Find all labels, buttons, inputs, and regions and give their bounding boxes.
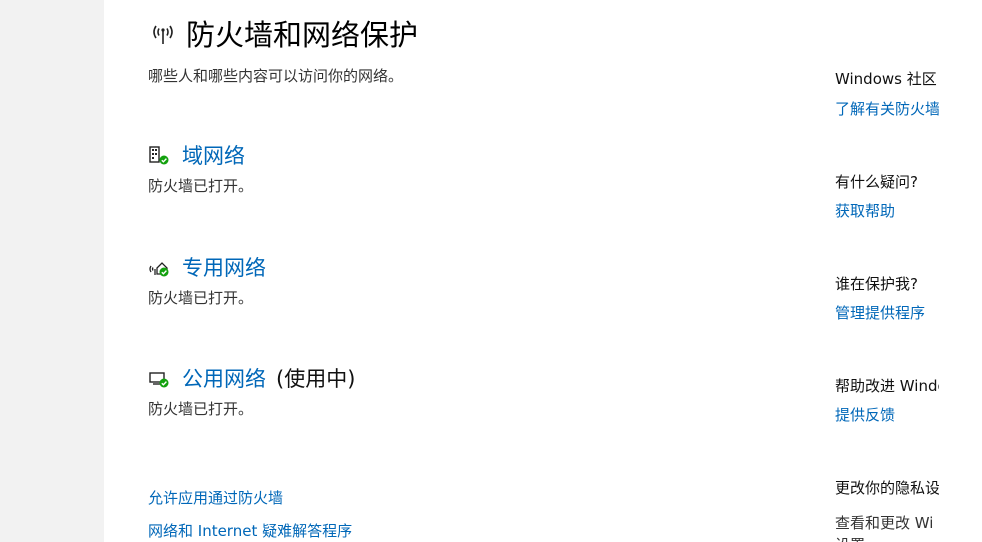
question-title: 有什么疑问? [835,173,918,191]
page-title: 防火墙和网络保护 [186,18,419,52]
public-network-section: 公用网络 (使用中) 防火墙已打开。 [148,363,355,419]
private-network-icon [149,262,169,277]
navigation-pane [0,0,104,542]
wireless-antenna-icon [153,25,173,44]
domain-network-status: 防火墙已打开。 [148,177,254,195]
page-subtitle: 哪些人和哪些内容可以访问你的网络。 [148,67,404,85]
public-network-in-use-label: (使用中) [276,367,356,391]
privacy-description-line2: 设置 [835,534,865,542]
public-network-link[interactable]: 公用网络 [182,363,266,393]
related-sidebar: Windows 社区 了解有关防火墙 有什么疑问? 获取帮助 谁在保护我? 管理… [835,0,939,542]
privacy-description: 查看和更改 Wi [835,514,934,532]
domain-network-link[interactable]: 域网络 [182,140,245,170]
manage-providers-link[interactable]: 管理提供程序 [835,302,925,323]
public-network-status: 防火墙已打开。 [148,400,254,418]
get-help-link[interactable]: 获取帮助 [835,200,895,221]
allow-app-through-firewall-link[interactable]: 允许应用通过防火墙 [148,487,283,508]
give-feedback-link[interactable]: 提供反馈 [835,404,895,425]
community-title: Windows 社区 [835,70,937,88]
protection-title: 谁在保护我? [835,275,918,293]
improve-title: 帮助改进 Windows [835,377,939,395]
network-troubleshooter-link[interactable]: 网络和 Internet 疑难解答程序 [148,520,352,541]
main-content: 防火墙和网络保护 哪些人和哪些内容可以访问你的网络。 域网络 防火墙已打开。 专… [104,0,982,542]
public-network-icon [149,372,169,388]
domain-network-icon [149,146,169,165]
privacy-title: 更改你的隐私设 [835,479,939,497]
private-network-section: 专用网络 防火墙已打开。 [148,252,266,308]
page-header: 防火墙和网络保护 [148,14,418,52]
learn-firewall-link[interactable]: 了解有关防火墙 [835,98,939,119]
private-network-status: 防火墙已打开。 [148,289,254,307]
domain-network-section: 域网络 防火墙已打开。 [148,140,253,196]
private-network-link[interactable]: 专用网络 [182,252,266,282]
